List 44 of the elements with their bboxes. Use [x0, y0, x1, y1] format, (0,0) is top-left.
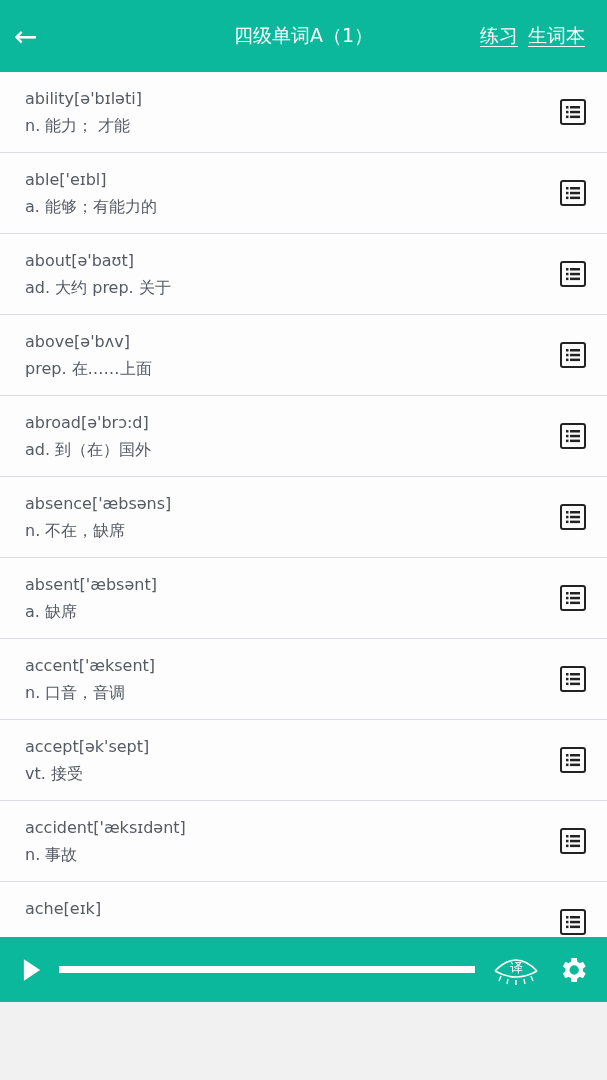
- word-text: absent['æbsənt]: [25, 575, 157, 594]
- definition-text: n. 不在，缺席: [25, 521, 126, 542]
- list-icon[interactable]: [560, 504, 586, 530]
- list-icon[interactable]: [560, 666, 586, 692]
- word-text: abroad[ə'brɔ:d]: [25, 413, 149, 432]
- list-icon[interactable]: [560, 909, 586, 935]
- word-row[interactable]: about[ə'baʊt] ad. 大约 prep. 关于: [0, 234, 607, 315]
- word-text: accept[ək'sept]: [25, 737, 150, 756]
- list-icon[interactable]: [560, 180, 586, 206]
- definition-text: ad. 大约 prep. 关于: [25, 278, 171, 299]
- definition-text: n. 口音，音调: [25, 683, 126, 704]
- list-icon[interactable]: [560, 342, 586, 368]
- word-text: able['eɪbl]: [25, 170, 107, 189]
- list-icon[interactable]: [560, 747, 586, 773]
- definition-text: n. 事故: [25, 845, 78, 866]
- word-row[interactable]: able['eɪbl] a. 能够；有能力的: [0, 153, 607, 234]
- word-row[interactable]: accent['æksent] n. 口音，音调: [0, 639, 607, 720]
- word-text: ache[eɪk]: [25, 899, 102, 918]
- word-row[interactable]: above[ə'bʌv] prep. 在……上面: [0, 315, 607, 396]
- word-text: about[ə'baʊt]: [25, 251, 134, 270]
- word-text: accident['æksɪdənt]: [25, 818, 186, 837]
- word-row[interactable]: absent['æbsənt] a. 缺席: [0, 558, 607, 639]
- word-row[interactable]: ability[ə'bɪləti] n. 能力； 才能: [0, 72, 607, 153]
- definition-text: ad. 到（在）国外: [25, 440, 152, 461]
- definition-text: n. 能力； 才能: [25, 116, 131, 137]
- word-row[interactable]: accept[ək'sept] vt. 接受: [0, 720, 607, 801]
- list-icon[interactable]: [560, 585, 586, 611]
- word-text: accent['æksent]: [25, 656, 156, 675]
- word-text: absence['æbsəns]: [25, 494, 172, 513]
- progress-track[interactable]: [59, 966, 475, 973]
- list-icon[interactable]: [560, 828, 586, 854]
- list-icon[interactable]: [560, 99, 586, 125]
- definition-text: a. 能够；有能力的: [25, 197, 157, 218]
- page-title: 四级单词A（1）: [233, 23, 374, 48]
- word-row[interactable]: absence['æbsəns] n. 不在，缺席: [0, 477, 607, 558]
- word-row[interactable]: abroad[ə'brɔ:d] ad. 到（在）国外: [0, 396, 607, 477]
- word-text: ability[ə'bɪləti]: [25, 89, 142, 108]
- definition-text: a. 缺席: [25, 602, 77, 623]
- definition-text: vt. 接受: [25, 764, 83, 785]
- word-text: above[ə'bʌv]: [25, 332, 130, 351]
- definition-text: prep. 在……上面: [25, 359, 152, 380]
- word-row[interactable]: accident['æksɪdənt] n. 事故: [0, 801, 607, 882]
- list-icon[interactable]: [560, 261, 586, 287]
- list-icon[interactable]: [560, 423, 586, 449]
